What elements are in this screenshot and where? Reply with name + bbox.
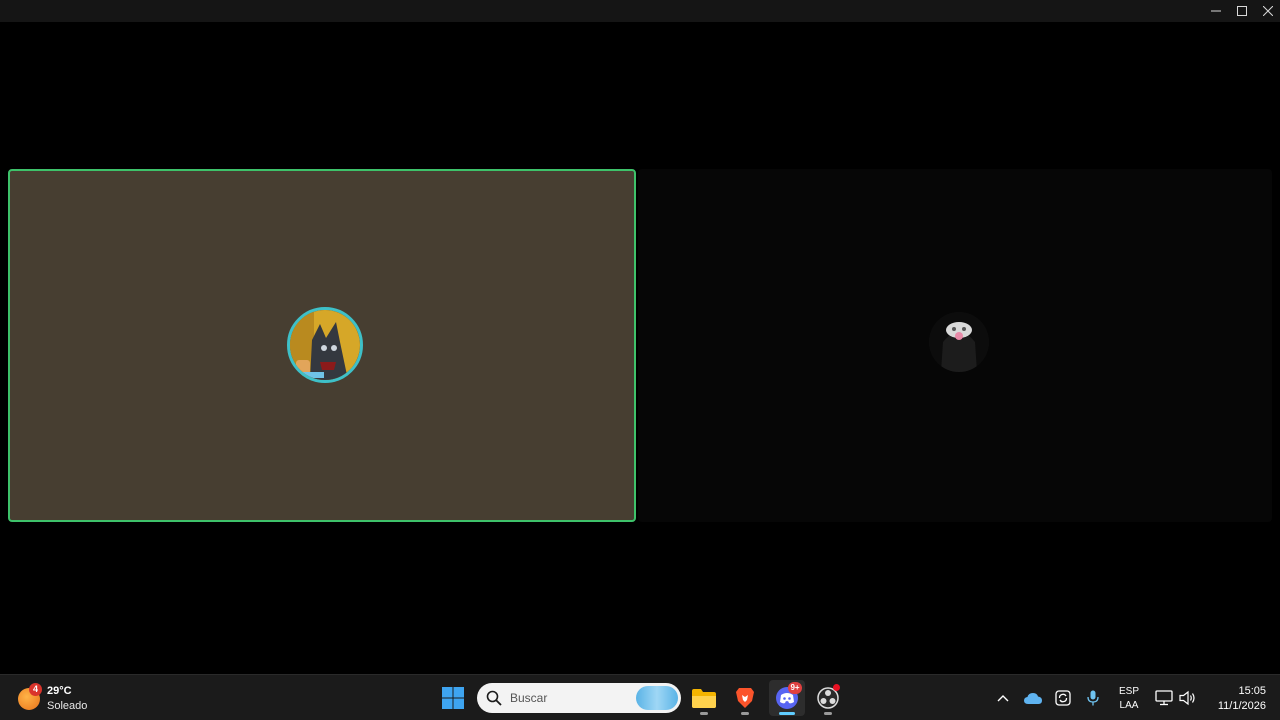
running-indicator [824, 712, 832, 715]
show-hidden-icons-button[interactable] [993, 687, 1013, 709]
taskbar: 4 29°C Soleado Buscar 9+ ESP LAA 15:05 1… [0, 674, 1280, 720]
input-language-indicator[interactable]: ESP LAA [1116, 685, 1142, 713]
file-explorer-button[interactable] [686, 680, 722, 716]
minimize-icon [1211, 10, 1221, 12]
running-indicator [779, 712, 795, 715]
clock-date: 11/1/2026 [1217, 700, 1266, 712]
network-icon [1155, 690, 1173, 706]
chevron-up-icon [997, 695, 1009, 702]
clock-time: 15:05 [1238, 685, 1266, 697]
sync-icon [1055, 690, 1071, 706]
participant-tile[interactable] [638, 169, 1272, 522]
close-button[interactable] [1255, 0, 1280, 22]
wolf-avatar-icon [290, 310, 360, 380]
microphone-icon [1087, 690, 1099, 706]
minimize-button[interactable] [1203, 0, 1229, 22]
system-clock[interactable]: 15:05 11/1/2026 [1204, 684, 1266, 714]
participant-avatar[interactable] [287, 307, 363, 383]
volume-icon [1179, 690, 1195, 706]
search-placeholder: Buscar [510, 691, 548, 705]
weather-condition: Soleado [47, 700, 88, 712]
discord-button[interactable]: 9+ [769, 680, 805, 716]
participant-tile-speaking[interactable] [8, 169, 636, 522]
microphone-tray-button[interactable] [1083, 687, 1103, 709]
close-icon [1263, 6, 1273, 16]
window-title-bar [0, 0, 1280, 22]
participant-avatar[interactable] [929, 312, 989, 372]
onedrive-icon [1024, 693, 1042, 704]
running-indicator [700, 712, 708, 715]
weather-badge: 4 [29, 683, 42, 696]
weather-temperature: 29°C [47, 685, 72, 697]
notification-badge: 9+ [788, 682, 802, 694]
onedrive-tray-button[interactable] [1023, 687, 1043, 709]
obs-button[interactable] [810, 680, 846, 716]
search-input[interactable]: Buscar [477, 683, 681, 713]
creature-avatar-icon [929, 312, 989, 372]
recording-indicator [833, 684, 840, 691]
brave-browser-button[interactable] [727, 680, 763, 716]
search-icon [486, 690, 502, 706]
folder-icon [692, 689, 716, 708]
language-code: ESP [1118, 686, 1139, 697]
maximize-button[interactable] [1229, 0, 1255, 22]
volume-tray-button[interactable] [1178, 687, 1198, 709]
weather-widget[interactable]: 4 29°C Soleado [16, 683, 126, 715]
network-tray-button[interactable] [1154, 687, 1174, 709]
sync-tray-button[interactable] [1053, 687, 1073, 709]
keyboard-layout: LAA [1119, 700, 1139, 711]
maximize-icon [1237, 6, 1247, 16]
brave-lion-icon [736, 688, 754, 708]
running-indicator [741, 712, 749, 715]
search-highlight-image [636, 686, 678, 710]
windows-logo-icon [442, 687, 464, 709]
start-button[interactable] [435, 680, 471, 716]
